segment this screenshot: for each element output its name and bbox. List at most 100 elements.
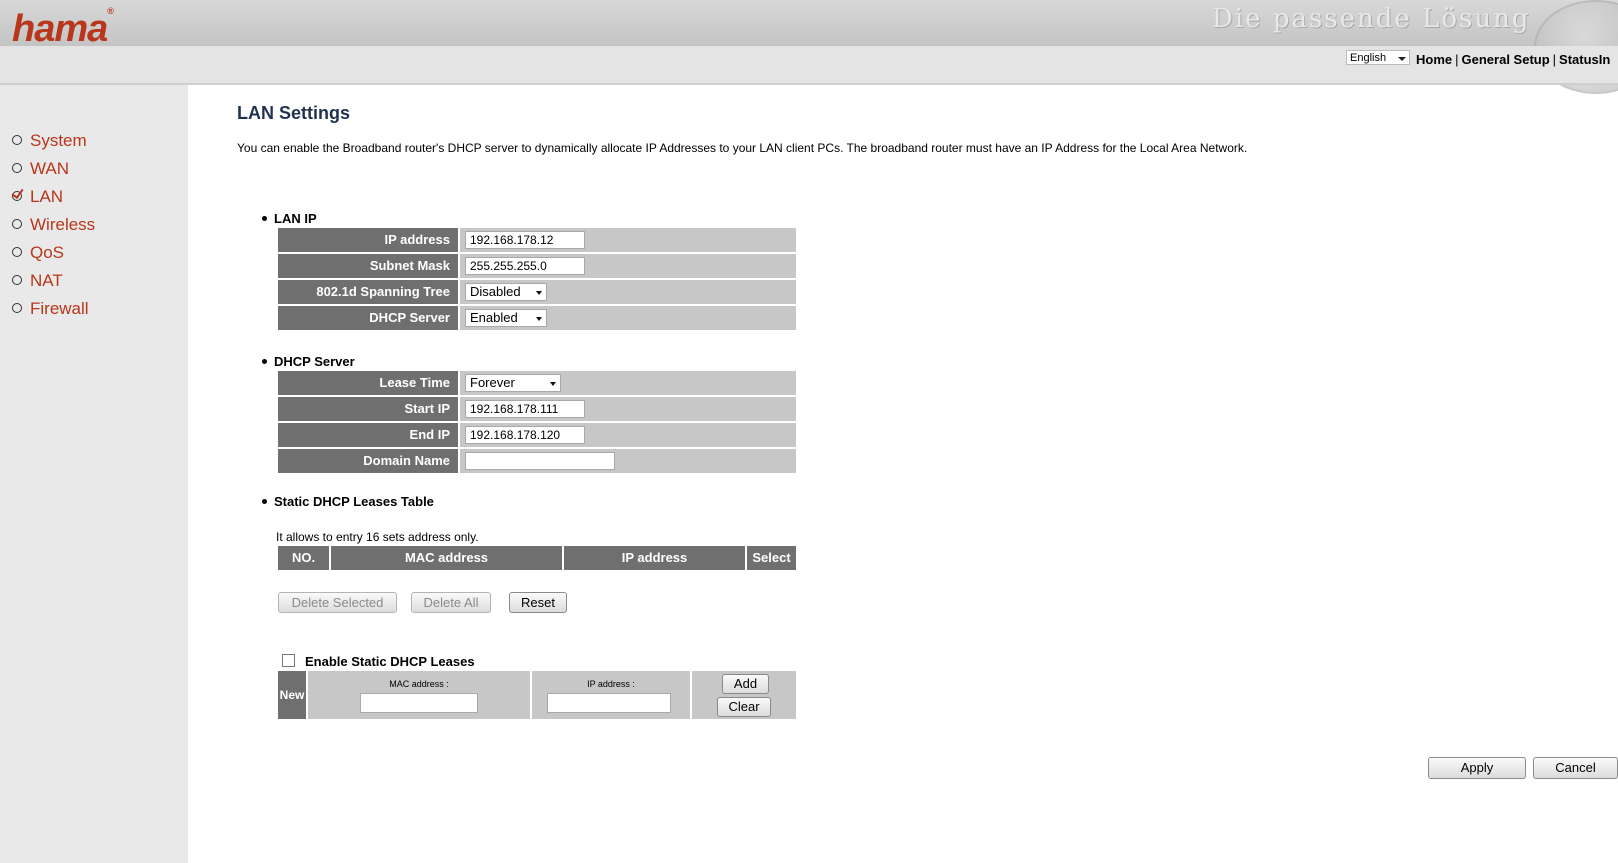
nav-home-link[interactable]: Home	[1416, 52, 1452, 67]
lease-time-value: Forever	[470, 375, 515, 390]
sidebar-item-wireless[interactable]: Wireless	[12, 215, 95, 235]
subnet-mask-row: Subnet Mask 255.255.255.0	[278, 254, 796, 278]
top-nav-links: Home | General Setup | StatusIn	[1416, 52, 1610, 67]
sidebar-item-label: LAN	[30, 187, 64, 206]
radio-circle-icon	[12, 247, 22, 257]
start-ip-field[interactable]: 192.168.178.111	[465, 400, 585, 418]
chevron-down-icon	[536, 317, 542, 321]
radio-circle-icon	[12, 135, 22, 145]
static-leases-table-header: NO. MAC address IP address Select	[278, 546, 796, 570]
cancel-button[interactable]: Cancel	[1533, 757, 1618, 779]
enable-static-dhcp-checkbox[interactable]	[282, 654, 295, 667]
nav-separator: |	[1455, 52, 1459, 67]
radio-circle-icon	[12, 219, 22, 229]
sidebar-item-nat[interactable]: NAT	[12, 271, 63, 291]
subnet-mask-field[interactable]: 255.255.255.0	[465, 257, 585, 275]
section-title: DHCP Server	[274, 354, 355, 369]
column-header-mac: MAC address	[331, 546, 562, 570]
spanning-tree-value: Disabled	[470, 284, 521, 299]
sidebar-item-label: WAN	[30, 159, 70, 178]
dhcp-server-row: DHCP Server Enabled	[278, 306, 796, 330]
subnet-mask-label: Subnet Mask	[278, 254, 458, 278]
ip-cell: IP address :	[532, 671, 690, 719]
domain-name-row: Domain Name	[278, 449, 796, 473]
chevron-down-icon	[536, 291, 542, 295]
end-ip-field[interactable]: 192.168.178.120	[465, 426, 585, 444]
domain-name-label: Domain Name	[278, 449, 458, 473]
domain-name-field[interactable]	[465, 452, 615, 470]
sidebar-item-label: Wireless	[30, 215, 96, 234]
radio-circle-icon	[12, 163, 22, 173]
end-ip-label: End IP	[278, 423, 458, 447]
section-title: Static DHCP Leases Table	[274, 494, 434, 509]
mac-address-caption: MAC address :	[389, 679, 449, 689]
dhcp-server-value: Enabled	[470, 310, 518, 325]
start-ip-row: Start IP 192.168.178.111	[278, 397, 796, 421]
dhcp-server-select[interactable]: Enabled	[465, 309, 547, 327]
page-title: LAN Settings	[237, 103, 351, 123]
language-value: English	[1350, 52, 1387, 64]
start-ip-label: Start IP	[278, 397, 458, 421]
sidebar-item-lan[interactable]: LAN	[12, 187, 63, 207]
sidebar-item-system[interactable]: System	[12, 131, 87, 151]
spanning-tree-label: 802.1d Spanning Tree	[278, 280, 458, 304]
sidebar-item-wan[interactable]: WAN	[12, 159, 69, 179]
radio-circle-icon	[12, 303, 22, 313]
bullet-icon	[262, 216, 267, 221]
sidebar-item-label: NAT	[30, 271, 63, 290]
chevron-down-icon	[1398, 57, 1406, 61]
logo-trademark: ®	[107, 6, 114, 16]
apply-button[interactable]: Apply	[1428, 757, 1526, 779]
language-select[interactable]: English	[1346, 50, 1410, 65]
new-static-lease-row: New MAC address : IP address : Add Clear	[278, 671, 796, 719]
mac-cell: MAC address :	[308, 671, 530, 719]
hama-logo[interactable]: hama®	[12, 6, 114, 51]
end-ip-row: End IP 192.168.178.120	[278, 423, 796, 447]
chevron-down-icon	[550, 382, 556, 386]
radio-circle-icon	[12, 275, 22, 285]
dhcp-server-label: DHCP Server	[278, 306, 458, 330]
sidebar-item-firewall[interactable]: Firewall	[12, 299, 89, 319]
spanning-tree-row: 802.1d Spanning Tree Disabled	[278, 280, 796, 304]
section-lan-ip: LAN IP	[262, 211, 317, 226]
bullet-icon	[262, 499, 267, 504]
delete-selected-button[interactable]: Delete Selected	[278, 592, 397, 613]
ip-address-field[interactable]: 192.168.178.12	[465, 231, 585, 249]
enable-static-dhcp-label: Enable Static DHCP Leases	[305, 654, 475, 669]
action-cell: Add Clear	[692, 671, 796, 719]
sidebar-item-qos[interactable]: QoS	[12, 243, 64, 263]
column-header-select: Select	[747, 546, 796, 570]
ip-address-input[interactable]	[547, 693, 671, 713]
lease-time-row: Lease Time Forever	[278, 371, 796, 395]
section-static-dhcp: Static DHCP Leases Table	[262, 494, 434, 509]
delete-all-button[interactable]: Delete All	[411, 592, 491, 613]
checkmark-icon	[12, 191, 22, 201]
sidebar-item-label: QoS	[30, 243, 65, 262]
clear-button[interactable]: Clear	[717, 697, 771, 717]
nav-status-link[interactable]: StatusIn	[1559, 52, 1610, 67]
logo-text: hama	[12, 8, 108, 50]
header-banner: hama® Die passende Lösung	[0, 0, 1618, 94]
sidebar-item-label: Firewall	[30, 299, 89, 318]
column-header-ip: IP address	[564, 546, 745, 570]
nav-separator: |	[1552, 52, 1557, 67]
section-dhcp-server: DHCP Server	[262, 354, 355, 369]
reset-button[interactable]: Reset	[509, 592, 567, 613]
section-title: LAN IP	[274, 211, 317, 226]
spanning-tree-select[interactable]: Disabled	[465, 283, 547, 301]
mac-address-input[interactable]	[360, 693, 478, 713]
add-button[interactable]: Add	[722, 674, 769, 694]
new-label: New	[278, 671, 306, 719]
sidebar-item-label: System	[30, 131, 87, 150]
lease-time-label: Lease Time	[278, 371, 458, 395]
lan-ip-row: IP address 192.168.178.12	[278, 228, 796, 252]
bullet-icon	[262, 359, 267, 364]
ip-address-caption: IP address :	[587, 679, 635, 689]
nav-general-setup-link[interactable]: General Setup	[1462, 52, 1550, 67]
lease-time-select[interactable]: Forever	[465, 374, 561, 392]
page-description: You can enable the Broadband router's DH…	[237, 141, 1248, 155]
column-header-no: NO.	[278, 546, 329, 570]
ip-address-label: IP address	[278, 228, 458, 252]
slogan: Die passende Lösung	[1212, 4, 1531, 34]
static-table-note: It allows to entry 16 sets address only.	[276, 530, 479, 544]
